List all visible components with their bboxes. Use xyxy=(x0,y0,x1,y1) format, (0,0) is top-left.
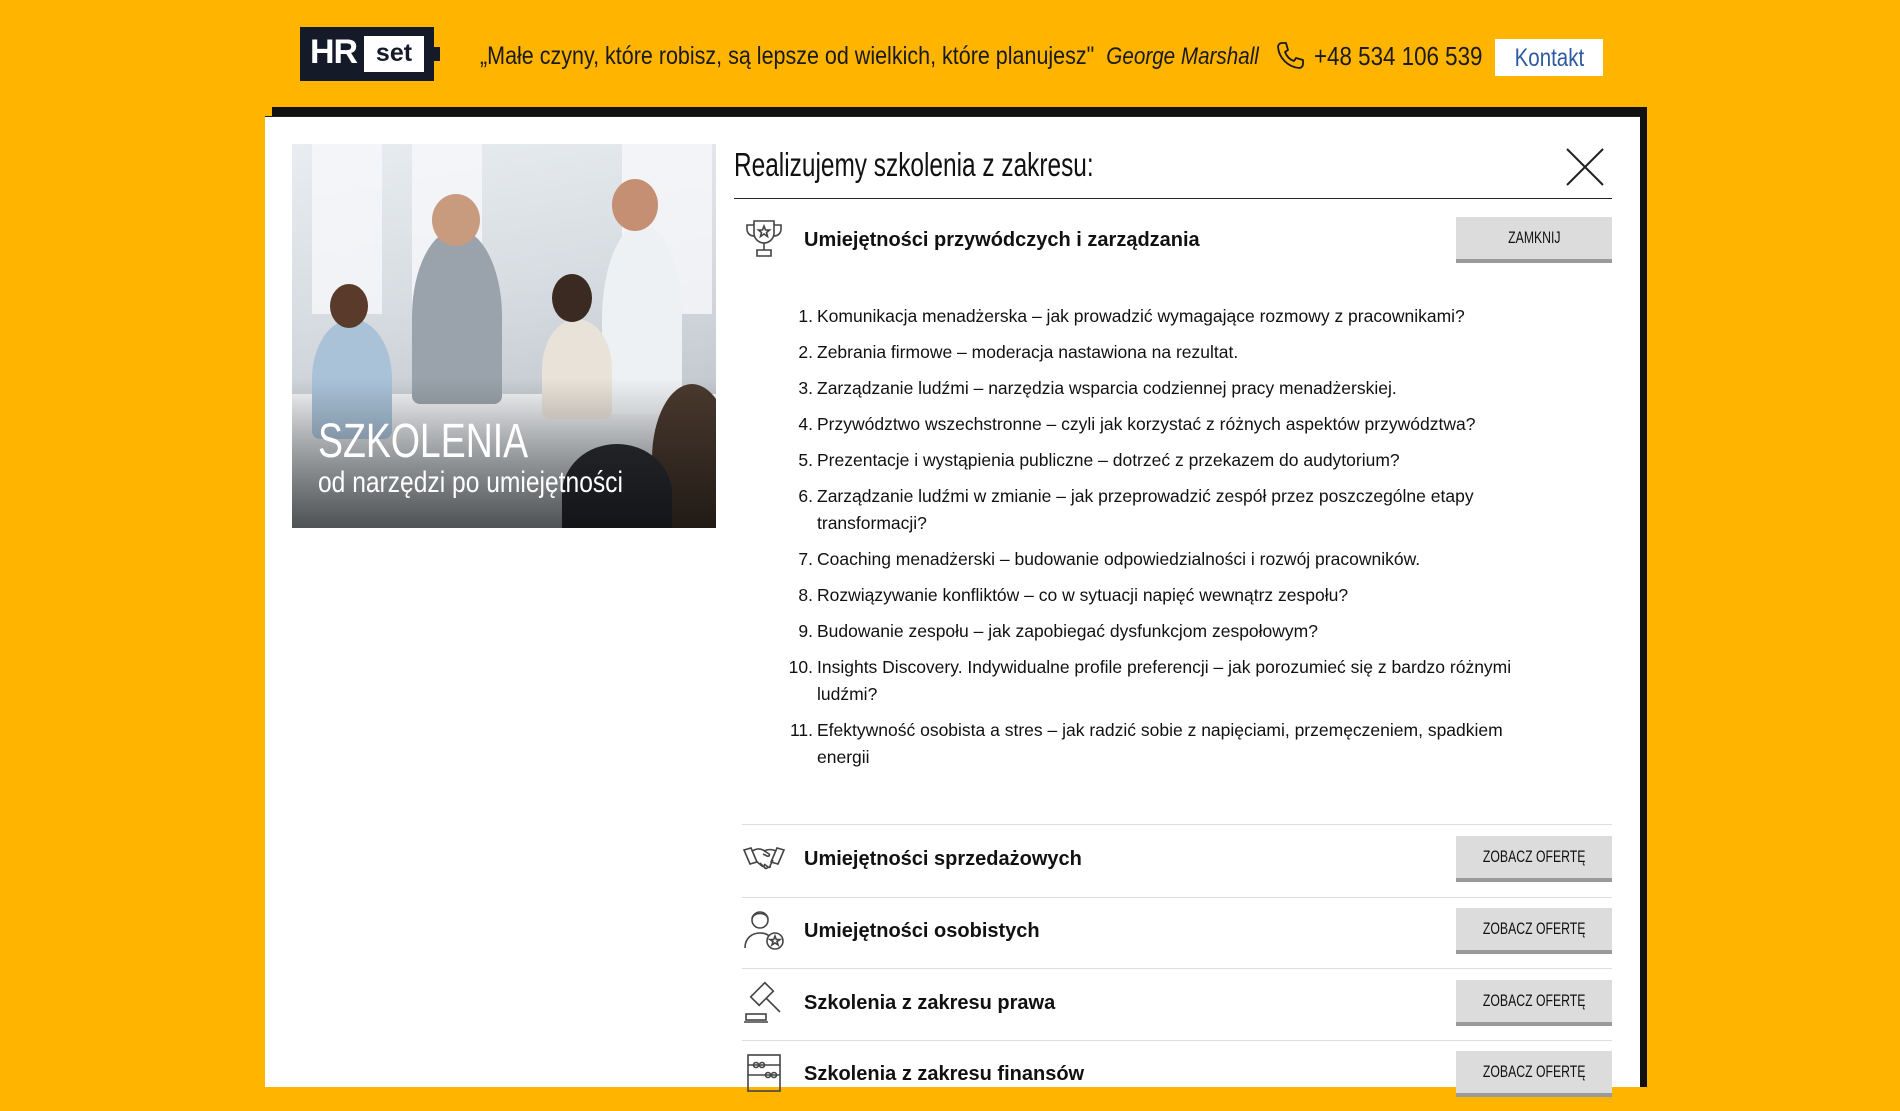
list-item-text: Zarządzanie ludźmi w zmianie – jak przep… xyxy=(817,486,1474,533)
trophy-icon xyxy=(742,217,786,261)
hero-title: SZKOLENIA xyxy=(318,415,529,468)
logo-battery-tab xyxy=(434,47,440,61)
gavel-icon xyxy=(742,980,786,1024)
phone-icon xyxy=(1274,40,1306,72)
list-item: 10. Insights Discovery. Indywidualne prof… xyxy=(775,654,1535,708)
see-offer-button[interactable]: ZOBACZ OFERTĘ xyxy=(1456,908,1612,954)
list-item: 5. Prezentacje i wystąpienia publiczne – … xyxy=(775,447,1535,474)
section-label: Umiejętności sprzedażowych xyxy=(804,848,1082,870)
hrset-logo[interactable]: HR set xyxy=(300,27,440,81)
trainings-modal: SZKOLENIA od narzędzi po umiejętności Re… xyxy=(265,116,1640,1097)
list-item: 6. Zarządzanie ludźmi w zmianie – jak prz… xyxy=(775,483,1535,537)
list-item-number: 3. xyxy=(798,378,813,398)
see-offer-button[interactable]: ZOBACZ OFERTĘ xyxy=(1456,836,1612,882)
header-quote: „Małe czyny, które robisz, są lepsze od … xyxy=(480,42,1259,71)
list-item: 3. Zarządzanie ludźmi – narzędzia wsparci… xyxy=(775,375,1535,402)
list-item-number: 1. xyxy=(798,306,813,326)
list-item-text: Prezentacje i wystąpienia publiczne – do… xyxy=(817,450,1400,470)
abacus-icon xyxy=(742,1051,786,1095)
list-item-number: 4. xyxy=(798,414,813,434)
list-item-number: 9. xyxy=(798,621,813,641)
list-item-text: Przywództwo wszechstronne – czyli jak ko… xyxy=(817,414,1476,434)
phone-contact[interactable]: +48 534 106 539 xyxy=(1274,40,1510,72)
list-item-number: 8. xyxy=(798,585,813,605)
section-divider xyxy=(742,968,1612,969)
person-star-icon xyxy=(742,908,786,952)
list-item: 7. Coaching menadżerski – budowanie odpow… xyxy=(775,546,1535,573)
list-item-text: Coaching menadżerski – budowanie odpowie… xyxy=(817,549,1421,569)
title-divider xyxy=(734,198,1612,199)
logo-set-text: set xyxy=(364,36,424,72)
section-label: Umiejętności osobistych xyxy=(804,920,1040,942)
list-item: 4. Przywództwo wszechstronne – czyli jak … xyxy=(775,411,1535,438)
list-item-number: 11. xyxy=(789,720,813,740)
list-item-number: 5. xyxy=(798,450,813,470)
list-item-number: 6. xyxy=(798,486,813,506)
section-sales: Umiejętności sprzedażowych ZOBACZ OFERTĘ xyxy=(742,836,1612,896)
section-divider xyxy=(742,897,1612,898)
section-label: Szkolenia z zakresu finansów xyxy=(804,1063,1085,1085)
hero-face xyxy=(612,179,658,231)
section-personal: Umiejętności osobistych ZOBACZ OFERTĘ xyxy=(742,908,1612,968)
list-item-text: Efektywność osobista a stres – jak radzi… xyxy=(817,720,1503,767)
quote-author: George Marshall xyxy=(1106,43,1259,70)
see-offer-button-label: ZOBACZ OFERTĘ xyxy=(1482,991,1586,1010)
hero-face xyxy=(330,284,368,328)
see-offer-button[interactable]: ZOBACZ OFERTĘ xyxy=(1456,980,1612,1026)
list-item-number: 2. xyxy=(798,342,813,362)
site-header: HR set „Małe czyny, które robisz, są lep… xyxy=(0,0,1900,110)
close-section-button[interactable]: ZAMKNIJ xyxy=(1456,217,1612,263)
see-offer-button-label: ZOBACZ OFERTĘ xyxy=(1482,847,1586,866)
hero-face xyxy=(552,274,592,322)
hero-subtitle: od narzędzi po umiejętności xyxy=(318,466,623,499)
section-divider xyxy=(742,1040,1612,1041)
close-icon[interactable] xyxy=(1565,147,1605,187)
list-item: 9. Budowanie zespołu – jak zapobiegać dys… xyxy=(775,618,1535,645)
list-item: 1. Komunikacja menadżerska – jak prowadzi… xyxy=(775,303,1535,330)
section-finance: Szkolenia z zakresu finansów ZOBACZ OFER… xyxy=(742,1051,1612,1111)
see-offer-button[interactable]: ZOBACZ OFERTĘ xyxy=(1456,1051,1612,1097)
section-law: Szkolenia z zakresu prawa ZOBACZ OFERTĘ xyxy=(742,980,1612,1040)
phone-number: +48 534 106 539 xyxy=(1314,40,1483,71)
list-item: 8. Rozwiązywanie konfliktów – co w sytuac… xyxy=(775,582,1535,609)
section-divider xyxy=(742,824,1612,825)
list-item-text: Zarządzanie ludźmi – narzędzia wsparcia … xyxy=(817,378,1397,398)
list-item-number: 7. xyxy=(798,549,813,569)
contact-button[interactable]: Kontakt xyxy=(1495,39,1603,76)
see-offer-button-label: ZOBACZ OFERTĘ xyxy=(1482,1062,1586,1081)
section-label: Umiejętności przywódczych i zarządzania xyxy=(804,229,1200,251)
list-item: 2. Zebrania firmowe – moderacja nastawion… xyxy=(775,339,1535,366)
logo-hr-text: HR xyxy=(310,33,358,71)
close-section-button-label: ZAMKNIJ xyxy=(1507,228,1561,247)
list-item: 11. Efektywność osobista a stres – jak ra… xyxy=(775,717,1535,771)
list-item-text: Rozwiązywanie konfliktów – co w sytuacji… xyxy=(817,585,1349,605)
list-item-text: Zebrania firmowe – moderacja nastawiona … xyxy=(817,342,1239,362)
handshake-icon xyxy=(742,836,786,880)
list-item-text: Insights Discovery. Indywidualne profile… xyxy=(817,657,1512,704)
hero-image: SZKOLENIA od narzędzi po umiejętności xyxy=(292,144,716,528)
leadership-topic-list: 1. Komunikacja menadżerska – jak prowadzi… xyxy=(775,303,1535,780)
contact-button-label: Kontakt xyxy=(1514,44,1584,72)
hero-face xyxy=(432,194,480,246)
panel-title: Realizujemy szkolenia z zakresu: xyxy=(734,146,1094,183)
list-item-text: Komunikacja menadżerska – jak prowadzić … xyxy=(817,306,1465,326)
list-item-text: Budowanie zespołu – jak zapobiegać dysfu… xyxy=(817,621,1318,641)
section-leadership: Umiejętności przywódczych i zarządzania … xyxy=(742,217,1612,277)
section-label: Szkolenia z zakresu prawa xyxy=(804,992,1056,1014)
quote-text: „Małe czyny, które robisz, są lepsze od … xyxy=(480,42,1095,70)
list-item-number: 10. xyxy=(788,657,813,677)
see-offer-button-label: ZOBACZ OFERTĘ xyxy=(1482,919,1586,938)
